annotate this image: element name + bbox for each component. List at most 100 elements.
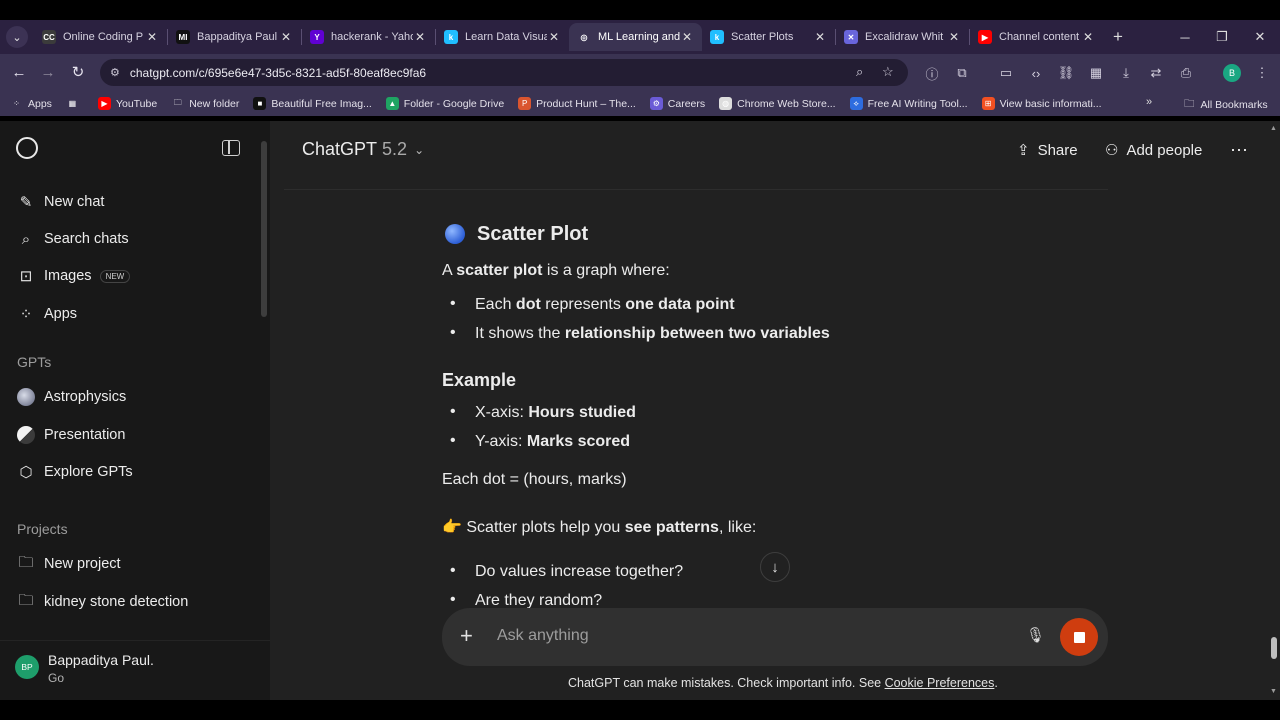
print-icon[interactable]: ⎙ (1176, 63, 1196, 83)
user-menu[interactable]: BP Bappaditya Paul. Go (0, 640, 270, 700)
sidebar-item-search-chats[interactable]: ⌕ Search chats (16, 224, 129, 254)
user-name: Bappaditya Paul. (48, 652, 154, 668)
sidebar-item-presentation[interactable]: Presentation (16, 420, 125, 450)
bookmark-item[interactable]: ▦ (65, 97, 84, 110)
translate-icon[interactable]: ⇄ (1146, 63, 1166, 83)
bookmark-label: YouTube (115, 97, 158, 110)
prompt-input[interactable]: Ask anything (497, 627, 589, 645)
youtube-icon: ▶ (97, 97, 111, 110)
browser-tab[interactable]: k Learn Data Visua ✕ (436, 23, 569, 51)
bookmark-item[interactable]: ⊞ View basic informati... (981, 97, 1102, 110)
all-bookmarks[interactable]: 🗀 All Bookmarks (1184, 96, 1268, 114)
bookmark-item[interactable]: ▲ Folder - Google Drive (385, 97, 505, 110)
tab-search-icon[interactable]: ⌄ (6, 26, 28, 48)
sidebar-item-new-project[interactable]: 🗀 New project (16, 549, 120, 579)
openai-logo-icon[interactable] (16, 137, 38, 159)
cookie-preferences-link[interactable]: Cookie Preferences (885, 676, 995, 690)
scroll-up-arrow-icon[interactable]: ▲ (1270, 125, 1277, 132)
sidebar-item-apps[interactable]: ⁘ Apps (16, 299, 77, 329)
plus-icon[interactable]: + (460, 623, 473, 649)
sidebar-item-explore-gpts[interactable]: ⬡ Explore GPTs (16, 457, 132, 487)
browser-tab[interactable]: ✕ Excalidraw Whit ✕ (836, 23, 969, 51)
close-tab-icon[interactable]: ✕ (145, 30, 159, 44)
message-heading: Scatter Plot (442, 221, 588, 247)
download-icon[interactable]: ⤓ (1116, 63, 1136, 83)
bookmark-star-icon[interactable]: ☆ (882, 64, 894, 80)
code-icon[interactable]: ‹› (1026, 63, 1046, 83)
close-tab-icon[interactable]: ✕ (813, 30, 827, 44)
main-scrollbar[interactable]: ▲ ▼ (1268, 121, 1280, 700)
close-window-icon[interactable]: ✕ (1241, 20, 1279, 54)
share-button[interactable]: ⇪ Share (1017, 138, 1078, 162)
add-people-button[interactable]: ⚇ Add people (1105, 138, 1202, 162)
extensions-icon[interactable]: ⧉ (952, 63, 972, 83)
pattern-paragraph: 👉 Scatter plots help you see patterns, l… (442, 519, 757, 536)
bookmark-item[interactable]: ▶ YouTube (97, 97, 158, 110)
intro-paragraph: A scatter plot is a graph where: (442, 262, 670, 279)
apps-grid-icon: ⁘ (10, 97, 23, 110)
bookmark-item[interactable]: ⟡ Free AI Writing Tool... (849, 97, 968, 110)
stop-generating-button[interactable] (1060, 618, 1098, 656)
bookmark-item[interactable]: ⚙ Careers (649, 97, 705, 110)
scrollbar-thumb[interactable] (1271, 637, 1277, 659)
bookmark-item[interactable]: ■ Beautiful Free Imag... (253, 97, 372, 110)
browser-tab[interactable]: MI Bappaditya Paul ✕ (168, 23, 301, 51)
close-tab-icon[interactable]: ✕ (413, 30, 427, 44)
sidebar-item-kidney-stone-detection[interactable]: 🗀 kidney stone detection (16, 587, 188, 617)
site-info-icon[interactable]: ⚙ (110, 66, 120, 79)
browser-menu-icon[interactable]: ⋮ (1252, 63, 1272, 83)
microphone-icon[interactable]: 🎙 (1026, 626, 1045, 644)
forward-icon[interactable]: → (33, 57, 63, 87)
sidebar-toggle-icon[interactable] (222, 140, 240, 156)
close-tab-icon[interactable]: ✕ (1081, 30, 1095, 44)
bookmark-item[interactable]: P Product Hunt – The... (518, 97, 636, 110)
careers-icon: ⚙ (649, 97, 663, 110)
sidebar-item-astrophysics[interactable]: Astrophysics (16, 382, 126, 412)
restore-icon[interactable]: ❐ (1203, 20, 1241, 54)
more-options-icon[interactable]: ⋯ (1230, 138, 1248, 162)
bookmark-label: Chrome Web Store... (737, 97, 836, 110)
back-icon[interactable]: ← (4, 57, 34, 87)
browser-tab[interactable]: k Scatter Plots ✕ (702, 23, 835, 51)
zoom-icon[interactable]: ⌕ (856, 64, 863, 80)
browser-tab[interactable]: Yhackerank - Yaho ✕ (302, 23, 435, 51)
stop-icon (1073, 631, 1085, 643)
list-item: It shows the relationship between two va… (450, 324, 830, 343)
model-selector[interactable]: ChatGPT 5.2 ⌄ (302, 139, 424, 160)
bookmark-item[interactable]: ⁘ Apps (10, 97, 52, 110)
list-item: Do values increase together? (450, 562, 683, 581)
close-tab-icon[interactable]: ✕ (279, 30, 293, 44)
extension-info-icon[interactable]: ⓘ (922, 63, 942, 83)
grid-icon: ▦ (65, 97, 79, 110)
address-bar[interactable]: ⚙ chatgpt.com/c/695e6e47-3d5c-8321-ad5f-… (100, 59, 908, 86)
close-tab-icon[interactable]: ✕ (547, 30, 561, 44)
close-tab-icon[interactable]: ✕ (947, 30, 961, 44)
chat-main: ChatGPT 5.2 ⌄ ⇪ Share ⚇ Add people ⋯ Sca… (270, 121, 1280, 700)
composer[interactable]: + Ask anything 🎙 (442, 608, 1108, 666)
compose-icon: ✎ (19, 194, 33, 211)
scroll-down-arrow-icon[interactable]: ▼ (1270, 688, 1277, 695)
bookmark-item[interactable]: 🗀 New folder (171, 97, 239, 110)
qr-icon[interactable]: ▦ (1086, 63, 1106, 83)
profile-avatar[interactable]: B (1223, 64, 1241, 82)
reading-mode-icon[interactable]: ▭ (996, 63, 1016, 83)
link-icon[interactable]: ⛓ (1056, 63, 1076, 83)
reload-icon[interactable]: ↻ (63, 57, 93, 87)
browser-tab[interactable]: ◎ ML Learning and ✕ (569, 23, 702, 51)
scroll-down-button[interactable]: ↓ (760, 552, 790, 582)
close-tab-icon[interactable]: ✕ (680, 30, 694, 44)
sidebar-item-images[interactable]: ⊡ Images NEW (16, 261, 131, 291)
browser-tab[interactable]: ▶ Channel content ✕ (970, 23, 1103, 51)
new-tab-icon[interactable]: + (1107, 26, 1129, 48)
bookmark-label: Folder - Google Drive (403, 97, 505, 110)
address-toolbar: ← → ↻ ⚙ chatgpt.com/c/695e6e47-3d5c-8321… (0, 54, 1280, 91)
pointing-hand-icon: 👉 (442, 519, 462, 536)
sidebar-item-new-chat[interactable]: ✎ New chat (16, 187, 105, 217)
model-name: ChatGPT (302, 139, 378, 159)
minimize-icon[interactable]: ─ (1166, 20, 1204, 54)
browser-tab[interactable]: CC Online Coding P ✕ (34, 23, 167, 51)
sidebar-scrollbar[interactable] (261, 141, 267, 317)
tab-label: ML Learning and (598, 31, 680, 43)
bookmark-item[interactable]: ◍ Chrome Web Store... (719, 97, 836, 110)
more-bookmarks-icon[interactable]: » (1146, 96, 1152, 108)
